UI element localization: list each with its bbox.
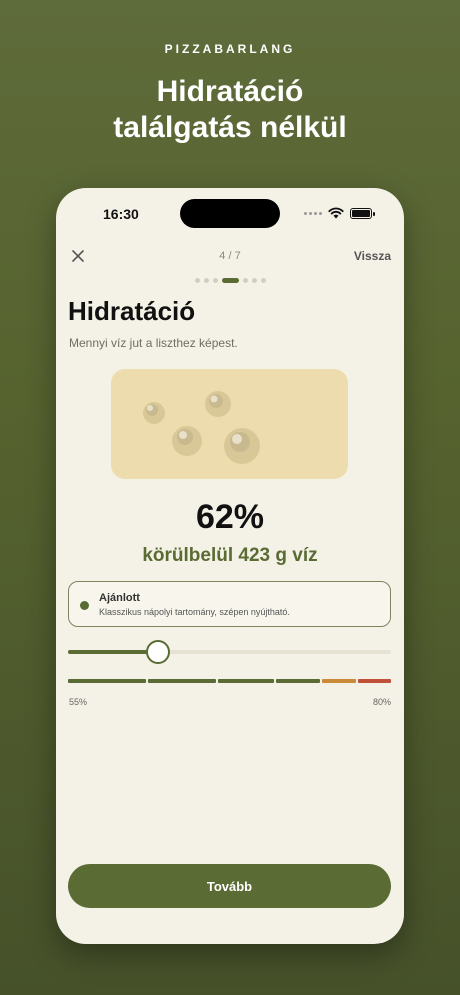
- scale-min-label: 55%: [69, 697, 88, 707]
- phone-screen: 16:30 4 / 7 Vissza Hidratáció Mennyi víz…: [56, 188, 404, 944]
- recommendation-card: Ajánlott Klasszikus nápolyi tartomány, s…: [68, 581, 391, 627]
- progress-dot: [260, 278, 266, 283]
- next-button[interactable]: Tovább: [68, 864, 391, 908]
- dough-illustration: [111, 369, 348, 479]
- status-icons: [304, 207, 375, 219]
- dynamic-island: [180, 199, 280, 228]
- wifi-icon: [328, 207, 344, 219]
- hydration-slider[interactable]: [68, 640, 391, 664]
- brand-label: PIZZABARLANG: [164, 42, 296, 56]
- scale-segment: [218, 679, 274, 683]
- page-title: Hidratáció: [68, 296, 196, 326]
- recommendation-title: Ajánlott: [99, 592, 140, 604]
- scale-segment: [148, 679, 217, 683]
- progress-dot: [242, 278, 248, 283]
- progress-dot: [251, 278, 257, 283]
- water-amount: körülbelül 423 g víz: [142, 545, 318, 566]
- page-subtitle: Mennyi víz jut a liszthez képest.: [69, 336, 238, 350]
- signal-icon: [304, 211, 322, 215]
- headline: Hidratáció találgatás nélkül: [0, 74, 460, 146]
- scale-segment: [275, 679, 321, 683]
- status-time: 16:30: [103, 206, 139, 222]
- slider-fill: [68, 650, 159, 654]
- hydration-scale: [68, 679, 391, 683]
- progress-dot-active: [221, 278, 239, 283]
- back-button[interactable]: Vissza: [354, 249, 391, 263]
- battery-icon: [350, 207, 375, 219]
- progress-dot: [212, 278, 218, 283]
- slider-thumb[interactable]: [146, 640, 171, 664]
- recommendation-dot-icon: [80, 601, 89, 610]
- progress-dots: [56, 278, 404, 283]
- scale-max-label: 80%: [372, 697, 391, 707]
- progress-dot: [203, 278, 209, 283]
- step-indicator: 4 / 7: [219, 250, 241, 262]
- progress-dot: [194, 278, 200, 283]
- hydration-percent: 62%: [195, 498, 265, 536]
- scale-segment: [358, 679, 391, 683]
- recommendation-description: Klasszikus nápolyi tartomány, szépen nyú…: [99, 607, 290, 617]
- headline-line-2: találgatás nélkül: [113, 111, 347, 144]
- scale-segment: [68, 679, 147, 683]
- headline-line-1: Hidratáció: [156, 75, 304, 108]
- scale-segment: [322, 679, 356, 683]
